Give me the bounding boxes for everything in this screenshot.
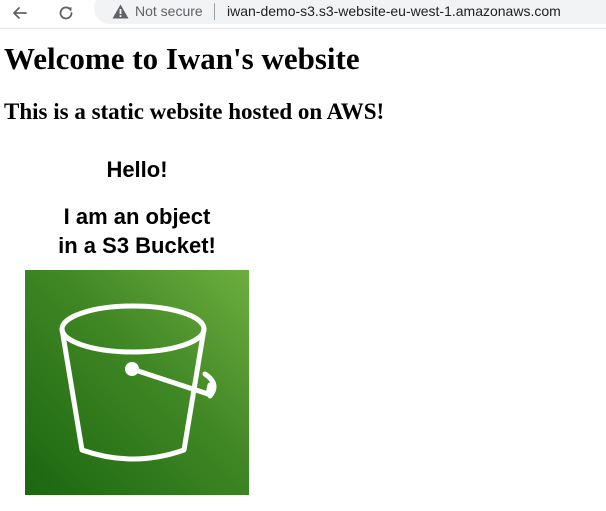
caption-hello: Hello! — [106, 157, 168, 182]
browser-toolbar: Not secure iwan-demo-s3.s3-website-eu-we… — [0, 0, 606, 29]
s3-bucket-image — [25, 270, 249, 495]
page-title: Welcome to Iwan's website — [4, 41, 360, 76]
back-button[interactable] — [9, 2, 31, 24]
caption-object: I am an object in a S3 Bucket! — [25, 202, 249, 260]
address-bar[interactable]: Not secure iwan-demo-s3.s3-website-eu-we… — [94, 0, 606, 24]
s3-bucket-icon — [59, 303, 217, 462]
security-status-label[interactable]: Not secure — [135, 3, 203, 19]
warning-triangle-icon[interactable] — [112, 4, 129, 19]
url-text[interactable]: iwan-demo-s3.s3-website-eu-west-1.amazon… — [227, 3, 561, 19]
address-divider — [214, 3, 215, 20]
reload-button[interactable] — [55, 2, 77, 24]
page-subtitle: This is a static website hosted on AWS! — [4, 99, 385, 124]
reload-icon — [59, 6, 73, 20]
caption-line-bucket: in a S3 Bucket! — [58, 233, 216, 258]
arrow-left-icon — [13, 7, 27, 19]
caption-line-object: I am an object — [63, 204, 211, 229]
